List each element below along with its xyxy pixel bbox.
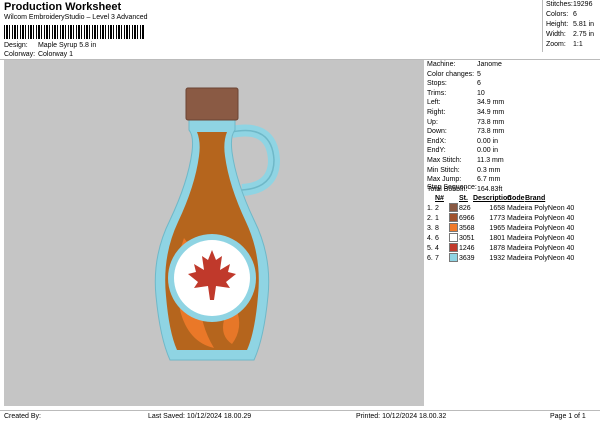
color-swatch <box>449 252 459 266</box>
stop-index: 6. <box>427 255 433 262</box>
stat-row: Height: 5.81 in <box>546 21 595 28</box>
colorway-row: Colorway: Colorway 1 <box>4 51 73 58</box>
thread-code: 3051 <box>459 235 475 242</box>
stitch-count: 1932 <box>489 255 505 262</box>
thread-brand: Madeira PolyNeon 40 <box>507 215 575 222</box>
stat-row: Zoom: 1:1 <box>546 41 583 48</box>
thread-brand: Madeira PolyNeon 40 <box>507 235 575 242</box>
stat-row: Stitches: 19296 <box>546 1 593 8</box>
info-row: Up: 73.8 mm <box>427 118 505 126</box>
thread-brand: Madeira PolyNeon 40 <box>507 255 575 262</box>
stat-row: Width: 2.75 in <box>546 31 595 38</box>
thread-code: 6966 <box>459 215 475 222</box>
thread-code: 826 <box>459 205 471 212</box>
maple-syrup-bottle-illustration <box>154 87 281 361</box>
table-row: 6. 7 3639 1932 Madeira PolyNeon 40 <box>427 252 597 266</box>
info-row: EndX: 0.00 in <box>427 137 499 145</box>
info-row: Max Stitch: 11.3 mm <box>427 156 504 164</box>
stop-index: 5. <box>427 245 433 252</box>
needle-number: 8 <box>435 225 439 232</box>
last-saved: Last Saved: 10/12/2024 18.00.29 <box>148 413 252 420</box>
info-row: Trims: 10 <box>427 89 485 97</box>
info-row: Min Stitch: 0.3 mm <box>427 166 501 174</box>
stitch-count: 1801 <box>489 235 505 242</box>
machine-info: Machine: Janome Color changes: 5 Stops: 6 T… <box>427 60 597 194</box>
thread-code: 1246 <box>459 245 475 252</box>
stop-index: 2. <box>427 215 433 222</box>
needle-number: 4 <box>435 245 439 252</box>
page-number: Page 1 of 1 <box>550 413 586 420</box>
stop-sequence-title: Stop Sequence: <box>427 184 477 191</box>
info-row: EndY: 0.00 in <box>427 147 499 155</box>
design-label: Design: <box>4 42 28 49</box>
thread-brand: Madeira PolyNeon 40 <box>507 245 575 252</box>
thread-code: 3639 <box>459 255 475 262</box>
stitch-count: 1965 <box>489 225 505 232</box>
info-row: Machine: Janome <box>427 61 502 68</box>
design-preview <box>4 60 424 406</box>
info-row: Left: 34.9 mm <box>427 99 505 107</box>
needle-number: 1 <box>435 215 439 222</box>
stats-panel: Stitches: 19296 Colors: 6 Height: 5.81 in W… <box>542 0 600 52</box>
colorway-value: Colorway 1 <box>37 51 73 58</box>
footer-divider <box>0 410 600 411</box>
info-row: Stops: 6 <box>427 80 481 88</box>
info-row: Down: 73.8 mm <box>427 128 505 136</box>
created-by: Created By: <box>4 413 41 420</box>
barcode <box>4 25 144 39</box>
bottle-cap <box>186 88 238 120</box>
stop-index: 1. <box>427 205 433 212</box>
stat-row: Colors: 6 <box>546 11 577 18</box>
design-value: Maple Syrup 5.8 in <box>37 42 97 49</box>
thread-brand: Madeira PolyNeon 40 <box>507 225 575 232</box>
needle-number: 2 <box>435 205 439 212</box>
stitch-count: 1773 <box>489 215 505 222</box>
thread-brand: Madeira PolyNeon 40 <box>507 205 575 212</box>
page-title: Production Worksheet <box>4 1 122 13</box>
stitch-count: 1878 <box>489 245 505 252</box>
stitch-count: 1658 <box>489 205 505 212</box>
colorway-label: Colorway: <box>4 51 36 58</box>
printed-date: Printed: 10/12/2024 18.00.32 <box>356 413 447 420</box>
software-name: Wilcom EmbroideryStudio – Level 3 Advanc… <box>4 14 148 21</box>
stop-sequence-table: N# St. Description Code Brand 1. 2 826 1658… <box>427 194 597 264</box>
needle-number: 7 <box>435 255 439 262</box>
info-row: Right: 34.9 mm <box>427 108 505 116</box>
design-row: Design: Maple Syrup 5.8 in <box>4 42 96 49</box>
stop-index: 3. <box>427 225 433 232</box>
needle-number: 6 <box>435 235 439 242</box>
stop-index: 4. <box>427 235 433 242</box>
thread-code: 3568 <box>459 225 475 232</box>
info-row: Color changes: 5 <box>427 70 481 78</box>
